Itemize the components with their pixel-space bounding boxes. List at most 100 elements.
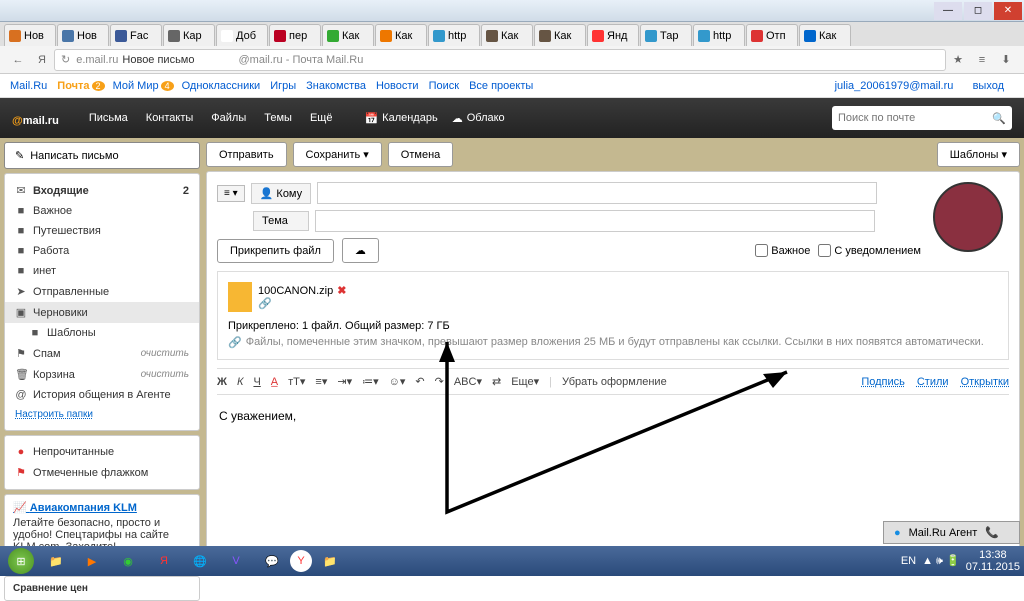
portal-link[interactable]: Одноклассники	[182, 80, 261, 92]
folder-item[interactable]: @История общения в Агенте	[5, 385, 199, 405]
start-button[interactable]: ⊞	[8, 548, 34, 574]
portal-link[interactable]: Новости	[376, 80, 419, 92]
folder-item[interactable]: ■Работа	[5, 241, 199, 261]
clear-format-button[interactable]: Убрать оформление	[562, 376, 667, 388]
undo-button[interactable]: ↶	[415, 375, 424, 388]
browser-tab[interactable]: Как	[481, 24, 533, 46]
portal-link[interactable]: Знакомства	[306, 80, 366, 92]
portal-link[interactable]: Игры	[270, 80, 296, 92]
phone-icon[interactable]: 📞	[985, 526, 999, 539]
star-icon[interactable]: ★	[949, 51, 967, 69]
browser-tab[interactable]: Тар	[640, 24, 692, 46]
templates-button[interactable]: Шаблоны ▾	[937, 142, 1020, 167]
reload-icon[interactable]: ↻	[61, 53, 70, 66]
important-checkbox[interactable]: Важное	[755, 244, 810, 257]
translate-button[interactable]: ⇄	[492, 375, 501, 388]
priority-button[interactable]: ≡ ▾	[217, 185, 245, 202]
save-button[interactable]: Сохранить ▾	[293, 142, 382, 167]
message-body[interactable]: С уважением,	[217, 395, 1009, 437]
browser-tab[interactable]: Как	[375, 24, 427, 46]
folder-item[interactable]: 🗑Корзинаочистить	[5, 364, 199, 385]
browser-tab[interactable]: http	[693, 24, 745, 46]
logo[interactable]: @mail.ru	[12, 107, 59, 130]
folder-item[interactable]: ➤Отправленные	[5, 281, 199, 302]
folder-item[interactable]: ■Шаблоны	[5, 323, 199, 343]
task-icon[interactable]: ▶	[74, 548, 110, 574]
minimize-button[interactable]: —	[934, 2, 962, 20]
indent-button[interactable]: ⇥▾	[337, 375, 352, 388]
browser-tab[interactable]: Доб	[216, 24, 268, 46]
folder-item[interactable]: ■Важное	[5, 201, 199, 221]
tray-icons[interactable]: ▲ 🕪 🔋	[922, 554, 960, 568]
task-icon[interactable]: Y	[290, 550, 312, 572]
task-icon[interactable]: V	[218, 548, 254, 574]
task-icon[interactable]: ◉	[110, 548, 146, 574]
search-icon[interactable]: 🔍	[992, 112, 1006, 125]
avatar[interactable]	[933, 182, 1003, 252]
task-icon[interactable]: 💬	[254, 548, 290, 574]
browser-tab[interactable]: http	[428, 24, 480, 46]
bold-button[interactable]: Ж	[217, 376, 227, 388]
task-icon[interactable]: 📁	[38, 548, 74, 574]
italic-button[interactable]: К	[237, 376, 243, 388]
header-nav-item[interactable]: Ещё	[310, 112, 333, 124]
header-nav-item[interactable]: Письма	[89, 112, 128, 124]
download-icon[interactable]: ⬇	[997, 51, 1015, 69]
filter-item[interactable]: ●Непрочитанные	[5, 442, 199, 462]
calendar-link[interactable]: 📅 Календарь	[364, 112, 437, 125]
task-icon[interactable]: Я	[146, 548, 182, 574]
signature-link[interactable]: Подпись	[861, 376, 905, 388]
send-button[interactable]: Отправить	[206, 142, 287, 167]
cards-link[interactable]: Открытки	[961, 376, 1009, 388]
browser-tab[interactable]: Как	[322, 24, 374, 46]
spell-button[interactable]: ABC▾	[454, 375, 482, 388]
styles-link[interactable]: Стили	[917, 376, 949, 388]
filter-item[interactable]: ⚑Отмеченные флажком	[5, 462, 199, 483]
browser-tab[interactable]: Нов	[57, 24, 109, 46]
compose-button[interactable]: ✎ Написать письмо	[4, 142, 200, 169]
align-button[interactable]: ≡▾	[315, 375, 327, 388]
cancel-button[interactable]: Отмена	[388, 142, 453, 167]
tray-lang[interactable]: EN	[901, 555, 916, 567]
header-nav-item[interactable]: Файлы	[211, 112, 246, 124]
url-field[interactable]: ↻ e.mail.ru Новое письмо @mail.ru - Почт…	[54, 49, 946, 71]
browser-tab[interactable]: пер	[269, 24, 321, 46]
cloud-link[interactable]: ☁ Облако	[452, 112, 505, 125]
attach-cloud-button[interactable]: ☁	[342, 238, 379, 263]
to-field[interactable]	[317, 182, 877, 204]
portal-link[interactable]: Все проекты	[469, 80, 533, 92]
folder-item[interactable]: ■Путешествия	[5, 221, 199, 241]
browser-tab[interactable]: Как	[799, 24, 851, 46]
ad-block-2[interactable]: Сравнение цен	[4, 576, 200, 601]
folder-item[interactable]: ✉Входящие2	[5, 180, 199, 201]
task-icon[interactable]: 🌐	[182, 548, 218, 574]
browser-tab[interactable]: Fac	[110, 24, 162, 46]
folder-item[interactable]: ■инет	[5, 261, 199, 281]
close-button[interactable]: ✕	[994, 2, 1022, 20]
attach-button[interactable]: Прикрепить файл	[217, 239, 334, 263]
portal-link[interactable]: Мой Мир	[113, 80, 159, 92]
browser-tab[interactable]: Отп	[746, 24, 798, 46]
browser-tab[interactable]: Янд	[587, 24, 639, 46]
logout-link[interactable]: выход	[973, 80, 1004, 92]
underline-button[interactable]: Ч	[253, 376, 260, 388]
portal-link[interactable]: Почта	[57, 80, 89, 92]
mail-search[interactable]: 🔍	[832, 106, 1012, 130]
search-input[interactable]	[838, 112, 992, 124]
font-button[interactable]: тТ▾	[288, 375, 305, 388]
color-button[interactable]: A̲	[271, 376, 278, 388]
header-nav-item[interactable]: Контакты	[146, 112, 194, 124]
user-email[interactable]: julia_20061979@mail.ru	[835, 80, 954, 92]
browser-tab[interactable]: Кар	[163, 24, 215, 46]
yandex-icon[interactable]: Я	[33, 51, 51, 69]
folder-item[interactable]: ▣Черновики	[5, 302, 199, 323]
agent-bar[interactable]: ●Mail.Ru Агент 📞	[883, 521, 1020, 544]
redo-button[interactable]: ↷	[435, 375, 444, 388]
maximize-button[interactable]: ◻	[964, 2, 992, 20]
menu-icon[interactable]: ≡	[973, 51, 991, 69]
emoji-button[interactable]: ☺▾	[389, 375, 406, 388]
portal-link[interactable]: Поиск	[429, 80, 459, 92]
tune-folders-link[interactable]: Настроить папки	[5, 405, 199, 424]
portal-link[interactable]: Mail.Ru	[10, 80, 47, 92]
browser-tab[interactable]: Нов	[4, 24, 56, 46]
